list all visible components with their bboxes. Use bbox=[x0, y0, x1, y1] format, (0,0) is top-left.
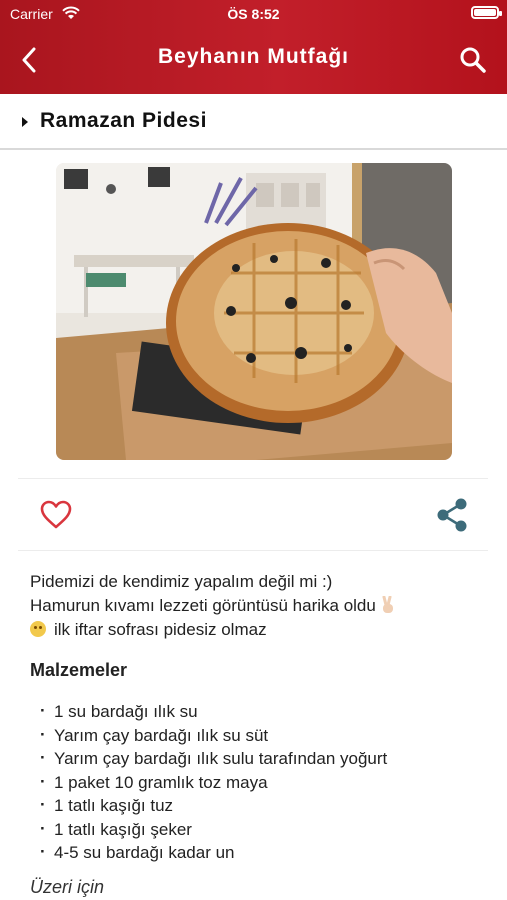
list-item: Yarım çay bardağı ılık sulu tarafından y… bbox=[40, 746, 387, 771]
like-button[interactable] bbox=[40, 500, 72, 530]
battery-level bbox=[474, 9, 496, 16]
battery-icon bbox=[471, 6, 502, 19]
heart-outline-icon bbox=[40, 500, 72, 529]
description-line-2: Hamurun kıvamı lezzeti görüntüsü harika … bbox=[30, 594, 490, 618]
recipe-description: Pidemizi de kendimiz yapalım değil mi :)… bbox=[30, 570, 490, 642]
topping-heading: Üzeri için bbox=[30, 877, 105, 897]
search-icon bbox=[460, 47, 486, 73]
divider-bottom bbox=[18, 550, 488, 551]
list-item: 1 tatlı kaşığı tuz bbox=[40, 793, 387, 818]
recipe-photo[interactable] bbox=[56, 163, 452, 460]
list-item: 4-5 su bardağı kadar un bbox=[40, 840, 387, 865]
ingredients-heading: Malzemeler bbox=[30, 660, 128, 680]
list-item: 1 tatlı kaşığı şeker bbox=[40, 817, 387, 842]
star-struck-emoji-icon bbox=[30, 621, 46, 637]
description-line-3: ilk iftar sofrası pidesiz olmaz bbox=[30, 618, 490, 642]
recipe-title-bar[interactable]: Ramazan Pidesi bbox=[0, 94, 507, 150]
app-header: Carrier ÖS 8:52 Beyhanın Mutfağı bbox=[0, 0, 507, 94]
list-item: 1 su bardağı ılık su bbox=[40, 699, 387, 724]
search-button[interactable] bbox=[457, 44, 489, 76]
recipe-title: Ramazan Pidesi bbox=[40, 109, 207, 132]
ingredients-list: 1 su bardağı ılık su Yarım çay bardağı ı… bbox=[40, 699, 387, 865]
victory-hand-emoji-icon bbox=[382, 596, 393, 613]
share-icon bbox=[437, 498, 467, 532]
caret-right-icon bbox=[22, 117, 28, 127]
status-time: ÖS 8:52 bbox=[227, 6, 280, 22]
description-line-1: Pidemizi de kendimiz yapalım değil mi :) bbox=[30, 572, 333, 591]
pide-photo-illustration bbox=[56, 163, 452, 460]
list-item: Yarım çay bardağı ılık su süt bbox=[40, 723, 387, 748]
page-title: Beyhanın Mutfağı bbox=[157, 45, 349, 68]
list-item: 1 paket 10 gramlık toz maya bbox=[40, 770, 387, 795]
status-bar: Carrier ÖS 8:52 bbox=[0, 0, 507, 28]
share-button[interactable] bbox=[436, 498, 468, 532]
divider-top bbox=[18, 478, 488, 479]
